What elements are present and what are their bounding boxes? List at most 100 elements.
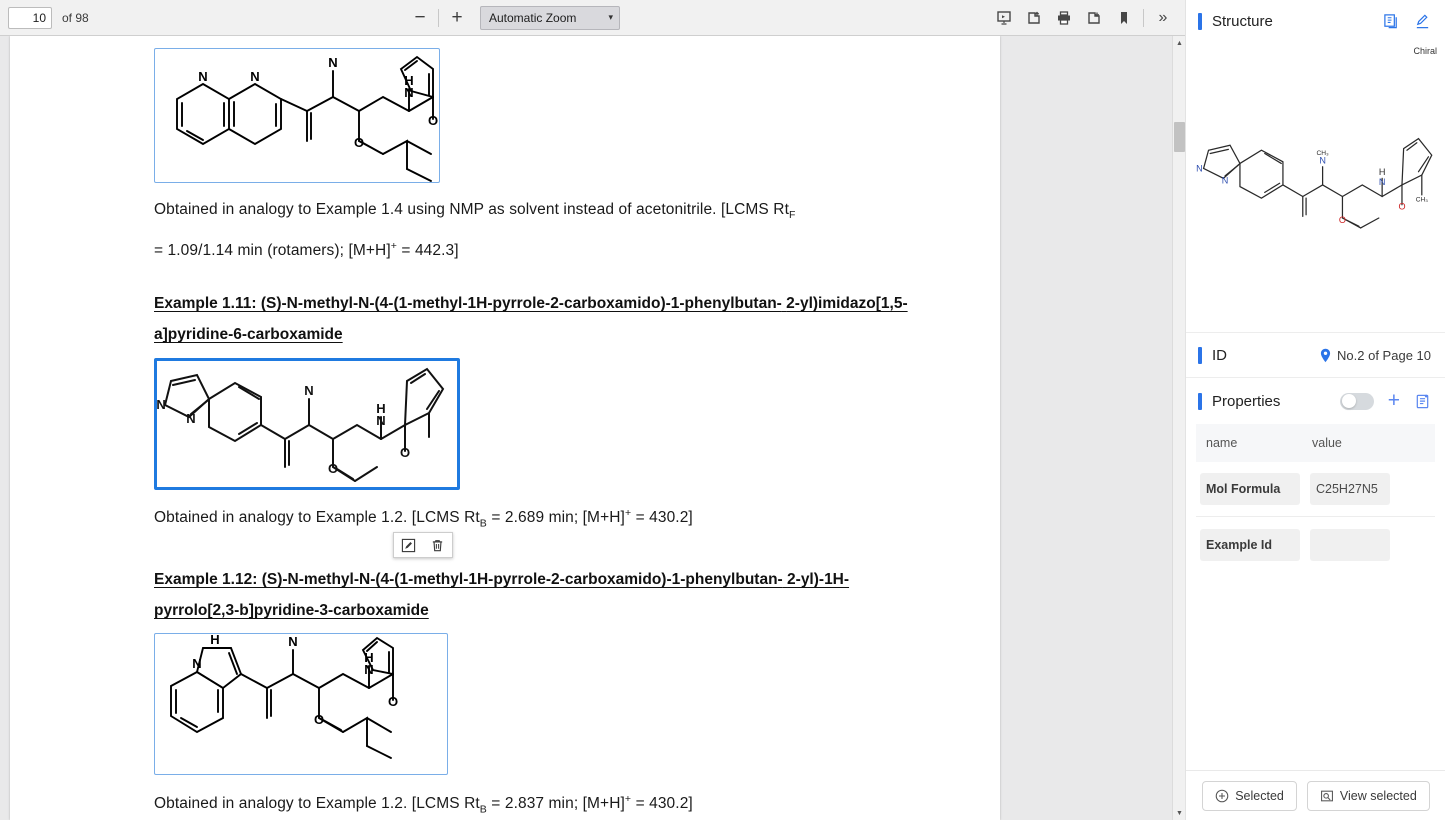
svg-text:N: N — [157, 397, 166, 412]
page-total-label: of 98 — [62, 10, 89, 25]
atom-ch3-2: CH₃ — [1415, 196, 1428, 203]
properties-title-group: Properties — [1198, 392, 1281, 410]
heading-111-line1: Example 1.11: (S)-N-methyl-N-(4-(1-methy… — [154, 295, 782, 312]
pdf-page: NN NO HN O Obtained in analogy to Exampl… — [10, 36, 1000, 820]
paragraph-2-c: LCMS Rt — [416, 509, 480, 527]
property-name-cell[interactable]: Mol Formula — [1200, 473, 1300, 505]
app-root: 10 of 98 − + Automatic Zoom ▾ » N N N O … — [0, 0, 1445, 820]
svg-text:N: N — [376, 413, 385, 428]
id-section: ID No.2 of Page 10 — [1186, 333, 1445, 377]
id-value: No.2 of Page 10 — [1337, 347, 1431, 363]
view-frame-icon — [1320, 790, 1333, 801]
table-row[interactable]: Mol Formula C25H27N5 — [1196, 462, 1435, 517]
view-selected-button-label: View selected — [1339, 788, 1417, 803]
table-row[interactable]: Example Id — [1196, 517, 1435, 572]
edit-pencil-icon[interactable] — [401, 538, 416, 553]
pencil-edit-icon[interactable] — [1414, 13, 1431, 30]
svg-text:O: O — [314, 712, 324, 727]
svg-text:N: N — [364, 662, 373, 677]
structure-image-1[interactable]: NN NO HN O — [154, 48, 440, 183]
svg-text:N: N — [404, 85, 413, 100]
svg-text:N: N — [250, 69, 259, 84]
chem-structure-preview: N N N CH₃ O H N O CH₃ — [1196, 137, 1432, 229]
property-value-cell[interactable]: C25H27N5 — [1310, 473, 1390, 505]
svg-text:O: O — [428, 113, 438, 128]
open-file-icon[interactable] — [1020, 4, 1048, 32]
atom-n-4: N — [1378, 177, 1385, 187]
accent-bar-id — [1198, 346, 1202, 364]
zoom-controls: − + Automatic Zoom ▾ — [405, 5, 620, 31]
properties-table-header: name value — [1196, 424, 1435, 462]
selected-button[interactable]: Selected — [1202, 780, 1297, 811]
toolbar-divider — [438, 8, 439, 27]
more-tools-icon[interactable]: » — [1149, 4, 1177, 32]
atom-o-1: O — [1338, 215, 1345, 225]
add-property-button[interactable]: + — [1388, 390, 1400, 411]
structure-image-2-selected[interactable]: NN NO HN O — [154, 358, 460, 490]
paragraph-2: Obtained in analogy to Example 1.2. [LCM… — [154, 498, 914, 539]
svg-text:N: N — [328, 55, 337, 70]
structure-preview[interactable]: Chiral N N N CH₃ O H N O CH₃ — [1186, 42, 1445, 332]
zoom-select-value: Automatic Zoom — [489, 10, 577, 25]
selected-button-label: Selected — [1235, 788, 1284, 803]
copy-icon[interactable] — [1383, 13, 1400, 30]
accent-bar-props — [1198, 392, 1202, 410]
viewer-scrollbar[interactable]: ▲ ▼ — [1172, 36, 1185, 820]
print-icon[interactable] — [1050, 4, 1078, 32]
id-title-group: ID — [1198, 346, 1227, 364]
page-number-input[interactable]: 10 — [8, 6, 52, 29]
paragraph-2-b: ple 1.2. [ — [355, 509, 417, 527]
id-title: ID — [1212, 346, 1227, 364]
chevron-down-icon: ▾ — [608, 12, 613, 22]
accent-bar — [1198, 12, 1202, 30]
view-selected-button[interactable]: View selected — [1306, 780, 1430, 811]
svg-text:O: O — [388, 694, 398, 709]
paragraph-3-b: = 2.837 min; [M+H] — [486, 795, 625, 813]
paragraph-2-e: = 430.2] — [631, 509, 693, 527]
structure-title-group: Structure — [1198, 12, 1273, 30]
properties-actions: + — [1339, 390, 1431, 411]
atom-o-2: O — [1398, 202, 1405, 212]
svg-text:N: N — [186, 411, 195, 426]
zoom-out-button[interactable]: − — [405, 5, 435, 31]
properties-table: name value Mol Formula C25H27N5 Example … — [1196, 424, 1435, 572]
paste-clipboard-icon[interactable] — [1414, 393, 1431, 410]
structure-title: Structure — [1212, 12, 1273, 30]
structure-action-popup[interactable] — [393, 532, 453, 558]
chiral-label: Chiral — [1413, 46, 1437, 56]
structure-image-3[interactable]: NH NO HN O — [154, 632, 448, 775]
atom-ch3-1: CH₃ — [1316, 150, 1329, 157]
structure-section-header: Structure — [1186, 0, 1445, 42]
toolbar-divider-2 — [1143, 8, 1144, 27]
atom-h-1: H — [1378, 167, 1385, 177]
properties-title: Properties — [1212, 392, 1281, 410]
svg-text:N: N — [198, 69, 207, 84]
paragraph-3: Obtained in analogy to Example 1.2. [LCM… — [154, 784, 914, 820]
zoom-in-button[interactable]: + — [442, 5, 472, 31]
property-name-cell[interactable]: Example Id — [1200, 528, 1300, 561]
paragraph-2-d: = 2.689 min; [M+H] — [486, 509, 625, 527]
toggle-knob — [1341, 394, 1356, 408]
svg-text:N: N — [192, 656, 201, 671]
zoom-select[interactable]: Automatic Zoom ▾ — [480, 5, 620, 30]
bookmark-icon[interactable] — [1110, 4, 1138, 32]
svg-text:O: O — [354, 135, 364, 150]
paragraph-1-line1: Obtained in analogy to Example 1.4 using… — [154, 201, 789, 218]
paragraph-3-a: Obtained in analogy to Example 1.2. [LCM… — [154, 795, 480, 813]
chem-structure-2: NN NO HN O — [156, 367, 445, 482]
pdf-viewer: 10 of 98 − + Automatic Zoom ▾ » N N N O … — [0, 0, 1185, 820]
presentation-mode-icon[interactable] — [990, 4, 1018, 32]
svg-text:N: N — [288, 634, 297, 649]
chem-structure-3: NH NO HN O — [170, 632, 398, 759]
id-value-group[interactable]: No.2 of Page 10 — [1319, 348, 1431, 363]
trash-delete-icon[interactable] — [430, 538, 445, 553]
pdf-toolbar: 10 of 98 − + Automatic Zoom ▾ » — [0, 0, 1185, 36]
structure-actions — [1383, 13, 1431, 30]
paragraph-2-a: Obtained in analogy to Exam — [154, 509, 356, 527]
properties-toggle[interactable] — [1339, 392, 1374, 410]
side-panel: Structure Chiral N N N CH₃ O H N O CH₃ I… — [1185, 0, 1445, 820]
save-download-icon[interactable] — [1080, 4, 1108, 32]
scrollbar-thumb[interactable] — [1174, 122, 1185, 152]
rt-subscript-b-2: B — [479, 803, 487, 816]
property-value-cell[interactable] — [1310, 528, 1390, 561]
